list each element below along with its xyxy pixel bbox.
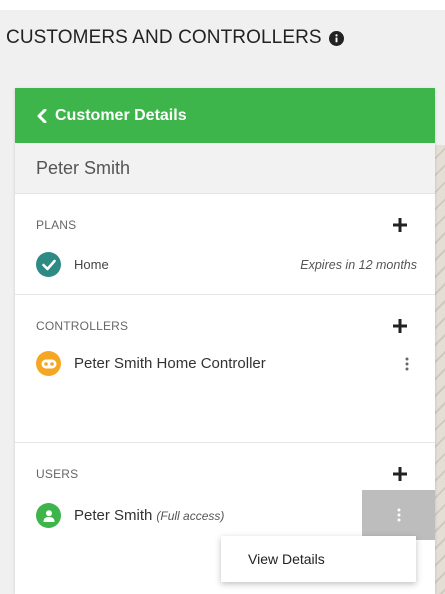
back-to-customers-button[interactable]: Customer Details bbox=[15, 88, 435, 143]
user-icon bbox=[36, 503, 61, 528]
controllers-section: CONTROLLERS Peter Smith Home Controller bbox=[15, 295, 435, 443]
controller-icon bbox=[36, 351, 61, 376]
customer-details-panel: Customer Details Peter Smith PLANS Home … bbox=[15, 88, 435, 594]
check-icon bbox=[36, 252, 61, 277]
controllers-header: CONTROLLERS bbox=[36, 319, 435, 333]
controller-item[interactable]: Peter Smith Home Controller bbox=[36, 351, 435, 376]
top-strip bbox=[0, 0, 445, 10]
plan-name: Home bbox=[74, 257, 109, 272]
customer-name-row: Peter Smith bbox=[15, 143, 435, 194]
chevron-left-icon bbox=[37, 108, 47, 123]
users-label: USERS bbox=[36, 467, 79, 481]
user-access-level: (Full access) bbox=[156, 508, 225, 523]
plans-header: PLANS bbox=[36, 218, 435, 232]
kebab-icon[interactable] bbox=[397, 353, 417, 375]
plan-expiry: Expires in 12 months bbox=[300, 257, 417, 272]
user-menu-button[interactable] bbox=[362, 490, 435, 540]
info-icon[interactable] bbox=[328, 30, 344, 46]
page-title: CUSTOMERS AND CONTROLLERS bbox=[6, 27, 322, 48]
kebab-icon bbox=[397, 508, 400, 522]
page-header: CUSTOMERS AND CONTROLLERS bbox=[0, 10, 445, 66]
users-header: USERS bbox=[36, 467, 435, 481]
plans-section: PLANS Home Expires in 12 months bbox=[15, 194, 435, 295]
user-context-menu: View Details bbox=[221, 536, 416, 582]
controller-name: Peter Smith Home Controller bbox=[74, 355, 266, 372]
user-name: Peter Smith bbox=[74, 507, 153, 524]
back-label: Customer Details bbox=[55, 106, 187, 124]
controllers-label: CONTROLLERS bbox=[36, 319, 129, 333]
add-controller-plus-icon[interactable] bbox=[393, 319, 407, 333]
view-details-menu-item[interactable]: View Details bbox=[248, 551, 325, 567]
add-plan-plus-icon[interactable] bbox=[393, 218, 407, 232]
plans-label: PLANS bbox=[36, 218, 77, 232]
add-user-plus-icon[interactable] bbox=[393, 467, 407, 481]
customer-name: Peter Smith bbox=[36, 157, 131, 178]
plan-item[interactable]: Home Expires in 12 months bbox=[36, 252, 435, 277]
